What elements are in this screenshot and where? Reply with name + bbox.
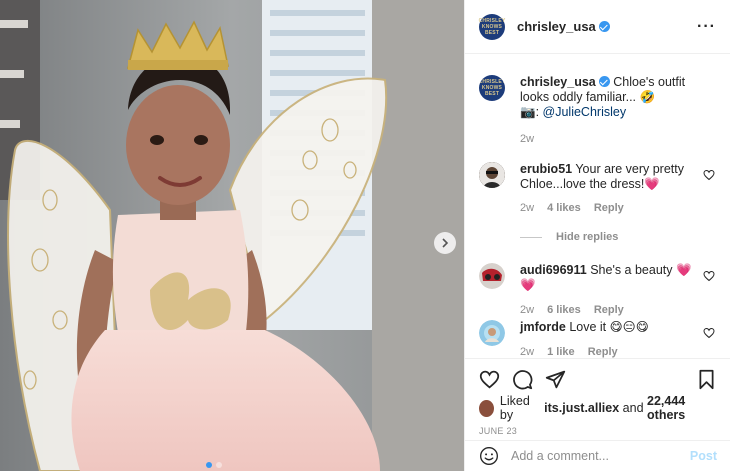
like-heart-icon[interactable] [479, 369, 500, 390]
likes-count[interactable]: 22,444 others [647, 394, 717, 422]
author-username[interactable]: chrisley_usa [517, 19, 596, 34]
reply-button[interactable]: Reply [588, 346, 618, 358]
carousel-dot [216, 462, 222, 468]
caption-body: chrisley_usa Chloe's outfit looks oddly … [520, 75, 700, 147]
comment-body: erubio51 Your are very pretty Chloe...lo… [520, 162, 700, 216]
comment-username[interactable]: erubio51 [520, 162, 572, 176]
comment-username[interactable]: audi696911 [520, 263, 587, 277]
post-photo [0, 0, 464, 471]
likes-summary: Liked by its.just.alliex and 22,444 othe… [479, 394, 717, 422]
caption-meta: 2w [520, 132, 700, 147]
comment-meta: 2w 4 likes Reply [520, 201, 700, 216]
bookmark-save-icon[interactable] [696, 369, 717, 390]
comment-time: 2w [520, 304, 535, 316]
comment-emoji: 💗 [644, 177, 660, 191]
post-comment-button[interactable]: Post [690, 449, 717, 463]
comment-item: audi696911 She's a beauty 💗💗 2w 6 likes … [479, 263, 717, 318]
post-header: CHRISLEY KNOWS BEST chrisley_usa ··· [465, 0, 730, 54]
post-actions: Liked by its.just.alliex and 22,444 othe… [465, 358, 730, 436]
comment-likes[interactable]: 4 likes [547, 202, 581, 214]
reply-button[interactable]: Reply [594, 304, 624, 316]
caption-username[interactable]: chrisley_usa [520, 75, 596, 89]
chevron-right-icon [442, 238, 449, 248]
comment-body: audi696911 She's a beauty 💗💗 2w 6 likes … [520, 263, 700, 318]
share-send-icon[interactable] [545, 369, 566, 390]
commenter-avatar[interactable] [479, 320, 505, 346]
like-comment-heart-icon[interactable] [703, 270, 715, 282]
photo-illustration [0, 0, 464, 471]
mention-link[interactable]: @JulieChrisley [543, 105, 627, 119]
action-icons-row [479, 359, 717, 399]
comment-bubble-icon[interactable] [512, 369, 533, 390]
hide-replies-button[interactable]: Hide replies [520, 231, 618, 243]
liker-avatar[interactable] [479, 399, 494, 417]
caption: CHRISLEY KNOWS BEST chrisley_usa Chloe's… [479, 75, 717, 147]
like-comment-heart-icon[interactable] [703, 327, 715, 339]
add-comment-bar: Post [465, 440, 730, 471]
liker-username[interactable]: its.just.alliex [544, 401, 619, 415]
caption-time: 2w [520, 133, 535, 145]
comment-item: erubio51 Your are very pretty Chloe...lo… [479, 162, 717, 216]
next-photo-button[interactable] [434, 232, 456, 254]
likes-prefix: Liked by [499, 394, 530, 422]
comment-text: Love it [569, 320, 607, 334]
comment-likes[interactable]: 6 likes [547, 304, 581, 316]
commenter-avatar[interactable] [479, 162, 505, 188]
caption-avatar[interactable]: CHRISLEY KNOWS BEST [479, 75, 505, 101]
comment-meta: 2w 6 likes Reply [520, 303, 700, 318]
reply-button[interactable]: Reply [594, 202, 624, 214]
carousel-indicator [206, 462, 222, 468]
comment-time: 2w [520, 346, 535, 358]
caption-emoji: 🤣 [639, 90, 656, 104]
comment-emoji: 😋😑😋 [609, 320, 649, 334]
camera-icon: 📷: [520, 105, 540, 119]
more-options-button[interactable]: ··· [697, 18, 716, 35]
comment-meta: 2w 1 like Reply [520, 345, 700, 358]
comment-item: jmforde Love it 😋😑😋 2w 1 like Reply [479, 320, 717, 358]
author-avatar[interactable]: CHRISLEY KNOWS BEST [479, 13, 505, 40]
comment-text: She's a beauty [590, 263, 673, 277]
comment-likes[interactable]: 1 like [547, 346, 575, 358]
emoji-smiley-icon[interactable] [479, 446, 499, 466]
like-comment-heart-icon[interactable] [703, 169, 715, 181]
likes-and: and [622, 401, 644, 415]
comment-body: jmforde Love it 😋😑😋 2w 1 like Reply [520, 320, 700, 358]
post-date[interactable]: JUNE 23 [479, 426, 717, 436]
comments-list[interactable]: CHRISLEY KNOWS BEST chrisley_usa Chloe's… [465, 55, 730, 358]
comment-time: 2w [520, 202, 535, 214]
post-side-panel: CHRISLEY KNOWS BEST chrisley_usa ··· CHR… [464, 0, 730, 471]
carousel-dot [206, 462, 212, 468]
comment-input[interactable] [511, 449, 690, 463]
comment-username[interactable]: jmforde [520, 320, 566, 334]
verified-badge-icon [598, 76, 610, 87]
commenter-avatar[interactable] [479, 263, 505, 289]
verified-badge-icon [598, 21, 610, 32]
